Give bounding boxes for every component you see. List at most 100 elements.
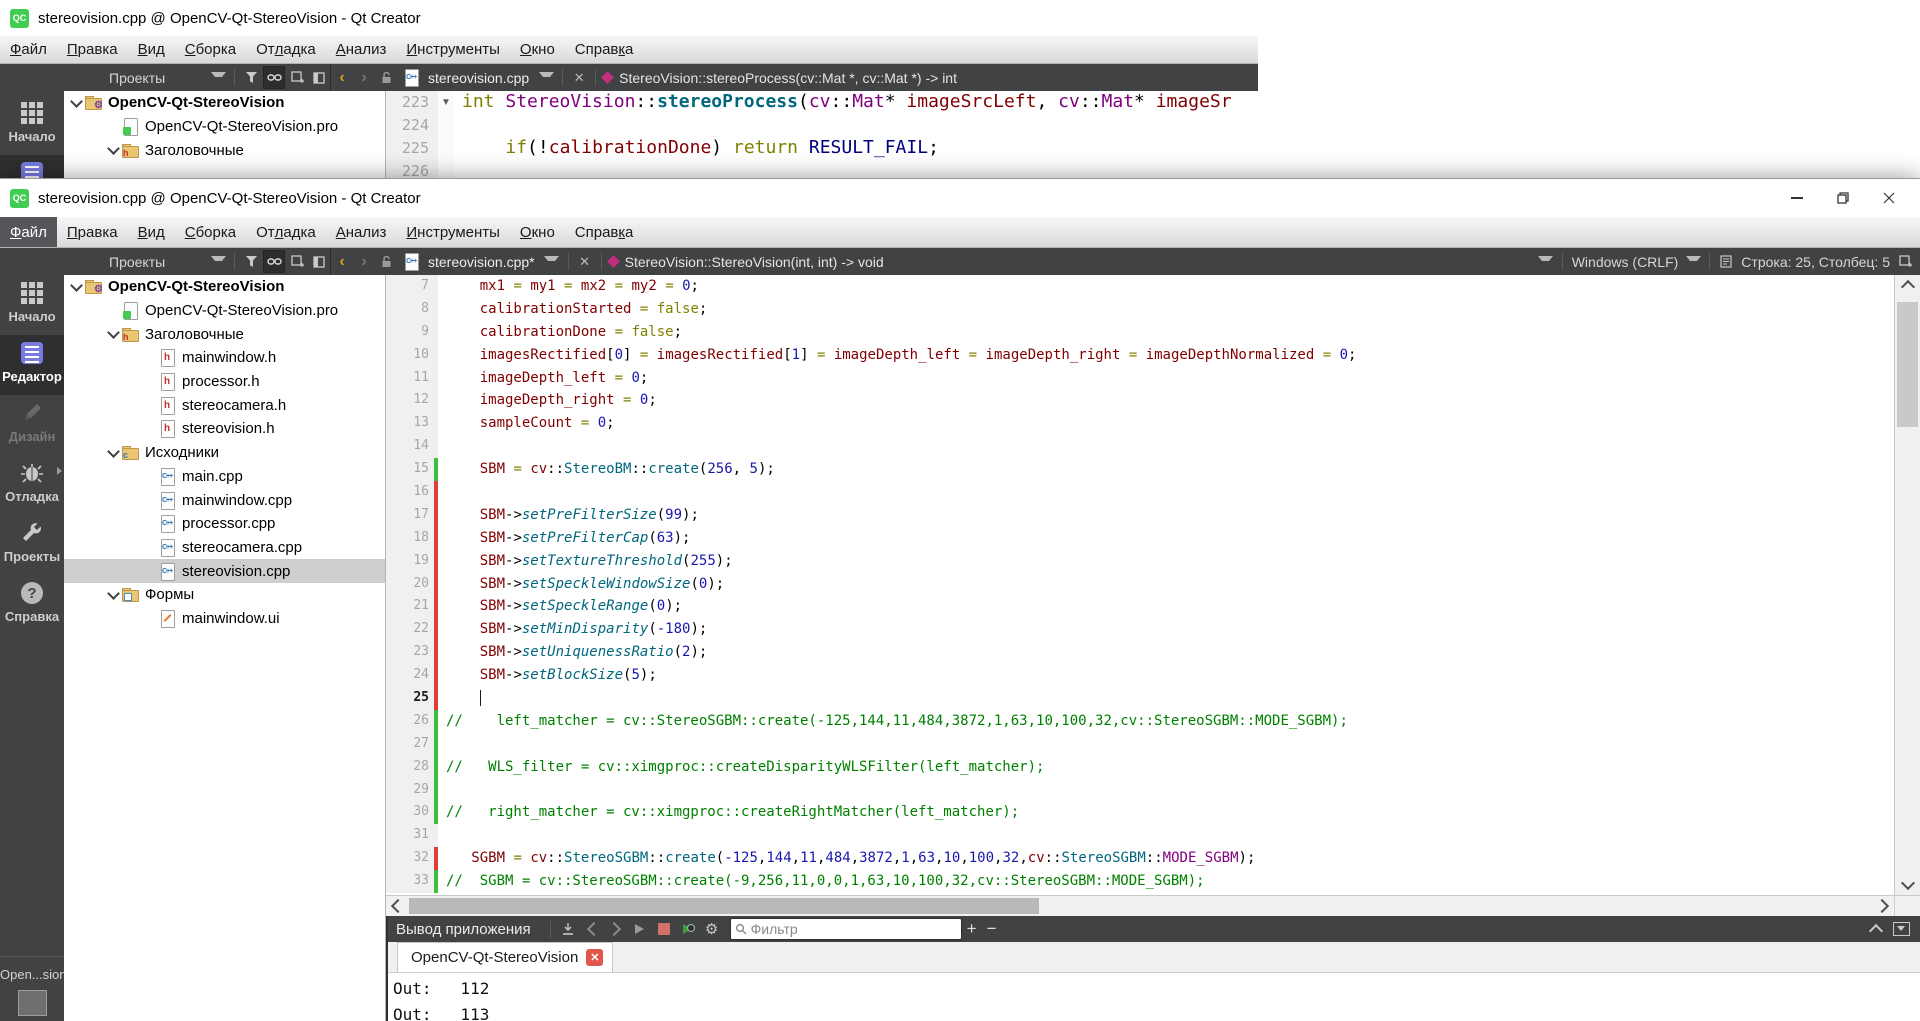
titlebar[interactable]: QC stereovision.cpp @ OpenCV-Qt-StereoVi… — [0, 0, 1258, 36]
menu-item-Справка[interactable]: Справка — [565, 36, 644, 63]
menu-item-Окно[interactable]: Окно — [510, 36, 565, 63]
code-line-17[interactable]: 17 SBM->setPreFilterSize(99); — [386, 504, 1894, 527]
menu-item-Файл[interactable]: Файл — [0, 217, 57, 247]
code-line-223[interactable]: 223▼int StereoVision::stereoProcess(cv::… — [386, 91, 1258, 114]
menu-item-Правка[interactable]: Правка — [57, 217, 128, 247]
pane-selector-dropdown-icon[interactable] — [208, 67, 228, 88]
menu-item-Отладка[interactable]: Отладка — [246, 36, 326, 63]
menu-item-Справка[interactable]: Справка — [565, 217, 644, 247]
kit-selector-button[interactable] — [18, 990, 47, 1016]
tree-item-Формы[interactable]: Формы — [64, 583, 385, 607]
line-ending-dropdown-icon[interactable] — [1683, 251, 1703, 272]
expand-chevron-icon[interactable] — [105, 589, 122, 601]
tree-item-stereocamera.h[interactable]: hstereocamera.h — [64, 393, 385, 417]
code-line-18[interactable]: 18 SBM->setPreFilterCap(63); — [386, 527, 1894, 550]
tree-item-stereovision.h[interactable]: hstereovision.h — [64, 417, 385, 441]
code-line-15[interactable]: 15 SBM = cv::StereoBM::create(256, 5); — [386, 458, 1894, 481]
tree-item-Заголовочные[interactable]: hЗаголовочные — [64, 138, 385, 162]
code-line-8[interactable]: 8 calibrationStarted = false; — [386, 298, 1894, 321]
document-dropdown-icon[interactable] — [542, 251, 562, 272]
tree-item-OpenCV-Qt-StereoVision.pro[interactable]: OpenCV-Qt-StereoVision.pro — [64, 115, 385, 139]
clear-output-icon[interactable] — [557, 919, 579, 939]
code-line-22[interactable]: 22 SBM->setMinDisparity(-180); — [386, 618, 1894, 641]
mode-help[interactable]: ?Справка — [0, 575, 64, 635]
code-line-14[interactable]: 14 — [386, 435, 1894, 458]
code-line-27[interactable]: 27 — [386, 733, 1894, 756]
split-pane-icon[interactable] — [287, 251, 307, 272]
expand-chevron-icon[interactable] — [105, 144, 122, 156]
menu-item-Правка[interactable]: Правка — [57, 36, 128, 63]
prev-item-icon[interactable] — [581, 919, 603, 939]
code-line-32[interactable]: 32 SGBM = cv::StereoSGBM::create(-125,14… — [386, 847, 1894, 870]
close-button[interactable] — [1866, 179, 1912, 217]
mode-grid[interactable]: Начало — [0, 275, 64, 335]
tree-item-mainwindow.cpp[interactable]: C++mainwindow.cpp — [64, 488, 385, 512]
go-back-icon[interactable]: ‹ — [332, 251, 352, 272]
menu-item-Окно[interactable]: Окно — [510, 217, 565, 247]
stop-icon[interactable] — [653, 919, 675, 939]
menu-item-Отладка[interactable]: Отладка — [246, 217, 326, 247]
vertical-scroll-thumb[interactable] — [1897, 302, 1918, 427]
projects-pane-header[interactable]: Проекты — [64, 64, 331, 91]
scroll-right-icon[interactable] — [1874, 896, 1894, 916]
output-run-tab[interactable]: OpenCV-Qt-StereoVision ✕ — [397, 942, 613, 972]
restore-button[interactable] — [1820, 179, 1866, 217]
code-line-30[interactable]: 30// right_matcher = cv::ximgproc::creat… — [386, 801, 1894, 824]
open-document-label[interactable]: stereovision.cpp* — [428, 254, 535, 270]
code-line-24[interactable]: 24 SBM->setBlockSize(5); — [386, 664, 1894, 687]
menu-item-Файл[interactable]: Файл — [0, 36, 57, 63]
code-line-10[interactable]: 10 imagesRectified[0] = imagesRectified[… — [386, 344, 1894, 367]
menu-item-Анализ[interactable]: Анализ — [326, 217, 397, 247]
maximize-output-icon[interactable] — [1869, 924, 1883, 938]
menu-item-Сборка[interactable]: Сборка — [175, 36, 246, 63]
code-line-11[interactable]: 11 imageDepth_left = 0; — [386, 367, 1894, 390]
menu-item-Вид[interactable]: Вид — [128, 36, 175, 63]
close-run-icon[interactable]: ✕ — [586, 949, 603, 966]
code-line-7[interactable]: 7 mx1 = my1 = mx2 = my2 = 0; — [386, 275, 1894, 298]
tree-item-mainwindow.h[interactable]: hmainwindow.h — [64, 346, 385, 370]
menu-item-Инструменты[interactable]: Инструменты — [396, 217, 510, 247]
scroll-up-icon[interactable] — [1895, 275, 1920, 295]
close-pane-icon[interactable] — [309, 67, 329, 88]
tree-item-stereovision.cpp[interactable]: C++stereovision.cpp — [64, 559, 385, 583]
expand-chevron-icon[interactable] — [68, 97, 85, 109]
tree-item-OpenCV-Qt-StereoVision[interactable]: ⚙OpenCV-Qt-StereoVision — [64, 91, 385, 115]
code-line-12[interactable]: 12 imageDepth_right = 0; — [386, 389, 1894, 412]
current-symbol-label[interactable]: StereoVision::stereoProcess(cv::Mat *, c… — [619, 70, 957, 86]
close-document-icon[interactable]: ✕ — [575, 251, 595, 272]
fold-marker-icon[interactable]: ▼ — [438, 91, 454, 114]
collapse-output-icon[interactable] — [1893, 922, 1910, 936]
output-settings-icon[interactable]: ⚙ — [701, 919, 723, 939]
horizontal-scroll-thumb[interactable] — [409, 898, 1039, 914]
split-editor-icon[interactable] — [1895, 251, 1915, 272]
code-line-26[interactable]: 26// left_matcher = cv::StereoSGBM::crea… — [386, 710, 1894, 733]
encoding-dropdown-icon[interactable] — [1536, 251, 1556, 272]
menu-item-Анализ[interactable]: Анализ — [326, 36, 397, 63]
code-line-13[interactable]: 13 sampleCount = 0; — [386, 412, 1894, 435]
link-with-editor-icon[interactable] — [263, 66, 285, 89]
zoom-in-output-icon[interactable]: + — [962, 919, 982, 939]
application-output[interactable]: Out: 112Out: 113 — [388, 973, 1920, 1021]
code-line-31[interactable]: 31 — [386, 824, 1894, 847]
go-forward-icon[interactable]: › — [354, 67, 374, 88]
run-debug-icon[interactable] — [677, 919, 699, 939]
tree-item-main.cpp[interactable]: C++main.cpp — [64, 465, 385, 489]
code-line-20[interactable]: 20 SBM->setSpeckleWindowSize(0); — [386, 573, 1894, 596]
pane-selector-dropdown-icon[interactable] — [208, 251, 228, 272]
code-line-28[interactable]: 28// WLS_filter = cv::ximgproc::createDi… — [386, 756, 1894, 779]
close-pane-icon[interactable] — [309, 251, 329, 272]
menu-item-Вид[interactable]: Вид — [128, 217, 175, 247]
zoom-out-output-icon[interactable]: − — [982, 919, 1002, 939]
code-line-33[interactable]: 33// SGBM = cv::StereoSGBM::create(-9,25… — [386, 870, 1894, 893]
go-back-icon[interactable]: ‹ — [332, 67, 352, 88]
code-line-23[interactable]: 23 SBM->setUniquenessRatio(2); — [386, 641, 1894, 664]
tree-item-processor.h[interactable]: hprocessor.h — [64, 370, 385, 394]
output-panel-title[interactable]: Вывод приложения — [396, 921, 531, 938]
code-line-225[interactable]: 225 if(!calibrationDone) return RESULT_F… — [386, 137, 1258, 160]
rerun-icon[interactable] — [629, 919, 651, 939]
go-forward-icon[interactable]: › — [354, 251, 374, 272]
close-document-icon[interactable]: ✕ — [569, 67, 589, 88]
filter-icon[interactable] — [241, 251, 261, 272]
expand-chevron-icon[interactable] — [105, 328, 122, 340]
link-with-editor-icon[interactable] — [263, 250, 285, 273]
